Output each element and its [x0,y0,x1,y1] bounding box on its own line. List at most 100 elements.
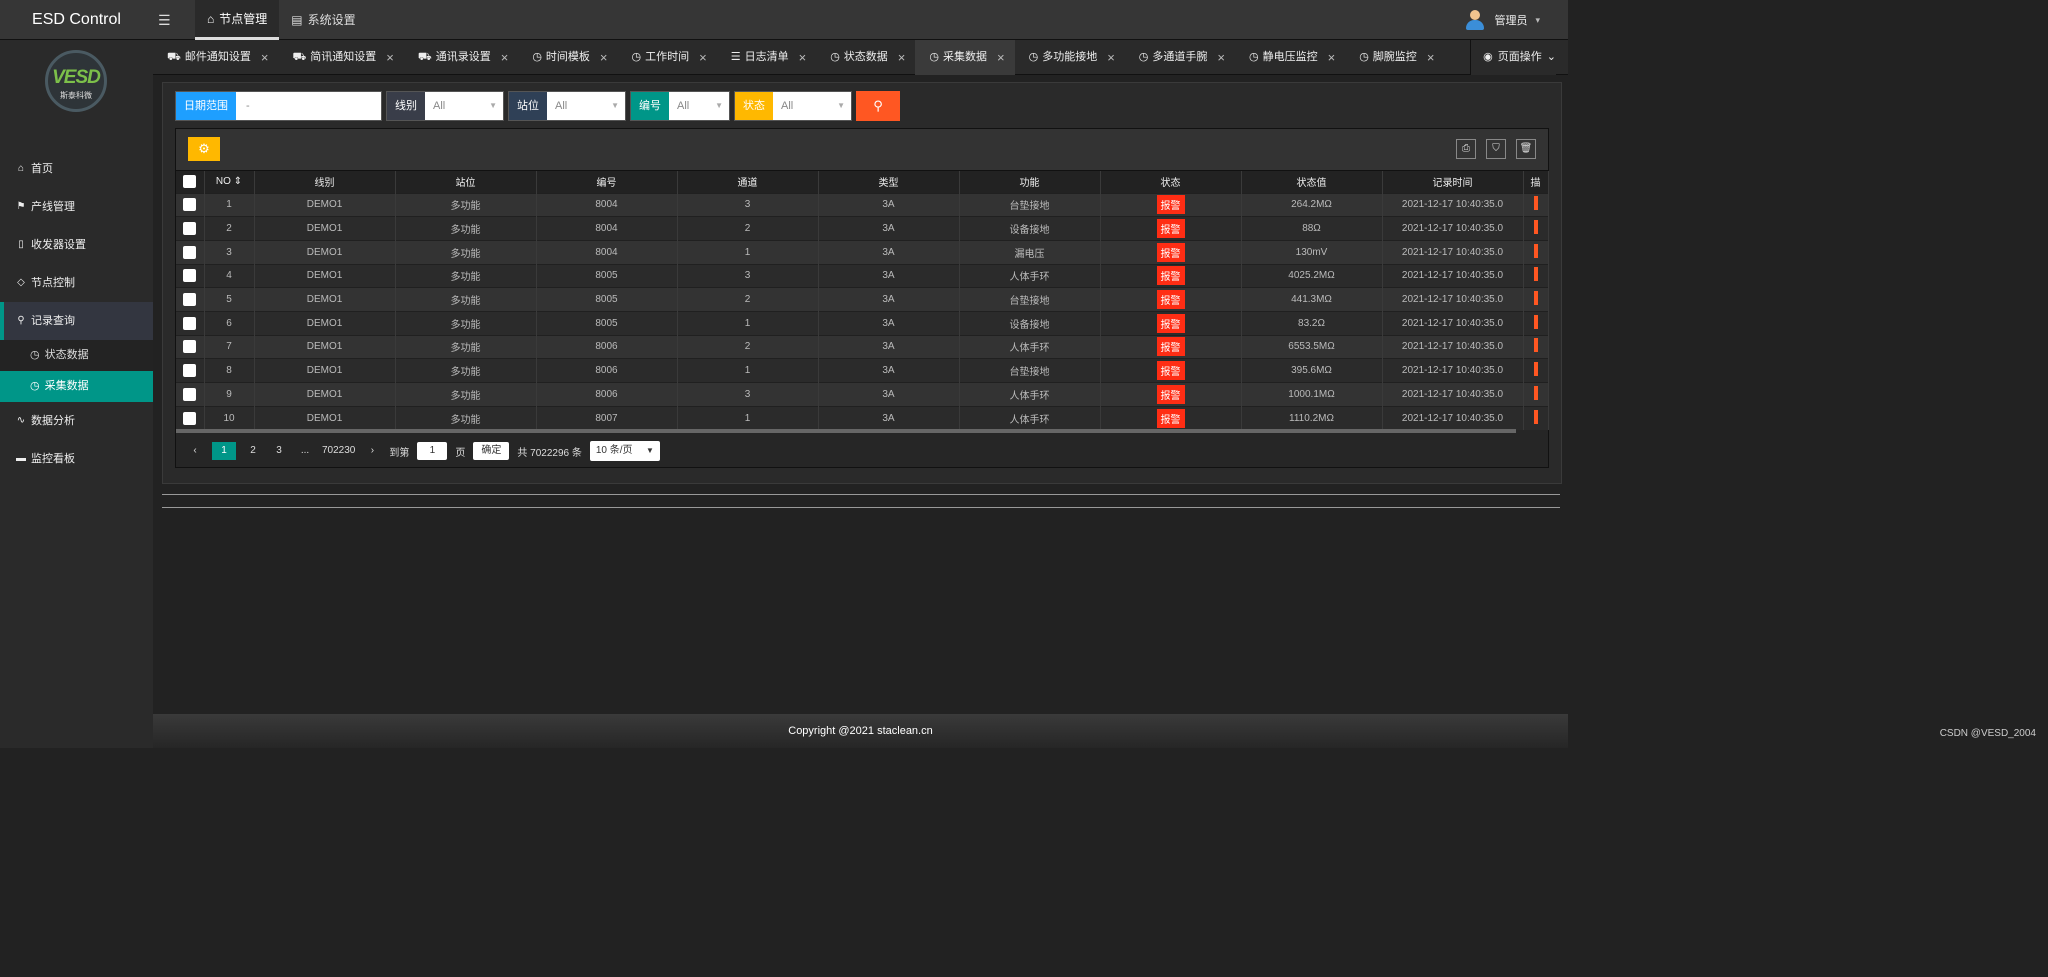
row-checkbox[interactable] [183,316,197,330]
table-row[interactable]: 10 DEMO1 多功能 8007 1 3A 人体手环 报警 1110.2MΩ 2021-12-1… [176,405,1549,430]
row-checkbox[interactable] [183,340,197,354]
tab-multifunction-ground[interactable]: ◷ 多功能接地 × [1015,40,1125,75]
row-checkbox[interactable] [183,269,197,283]
tab-log-list[interactable]: ☰ 日志清单 × [717,40,816,75]
close-icon[interactable]: × [1328,40,1336,75]
avatar [1464,8,1486,32]
table-row[interactable]: 8 DEMO1 多功能 8006 1 3A 台垫接地 报警 395.6MΩ 2021-12-17 … [176,358,1549,383]
shield-icon[interactable]: ⛉ [1486,139,1506,159]
close-icon[interactable]: × [699,40,707,75]
tab-contacts[interactable]: ⛟ 通讯录设置 × [404,40,518,75]
sidebar-item-monitor-board[interactable]: ▬ 监控看板 [0,440,153,478]
row-checkbox[interactable] [183,222,197,236]
row-checkbox[interactable] [183,411,197,425]
user-menu[interactable]: 管理员 ▾ [1464,8,1540,32]
tab-time-template[interactable]: ◷ 时间模板 × [518,40,617,75]
tab-collected-data[interactable]: ◷ 采集数据 × [915,40,1015,75]
close-icon[interactable]: × [997,40,1005,75]
table-row[interactable]: 9 DEMO1 多功能 8006 3 3A 人体手环 报警 1000.1MΩ 2021-12-17… [176,382,1549,407]
sidebar-item-label: 数据分析 [31,415,75,427]
row-checkbox[interactable] [183,364,197,378]
sidebar-item-home[interactable]: ⌂ 首页 [0,150,153,188]
status-select[interactable]: All ▼ [773,92,851,120]
status-badge: 报警 [1156,408,1185,428]
table-row[interactable]: 7 DEMO1 多功能 8006 2 3A 人体手环 报警 6553.5MΩ 2021-12-17… [176,334,1549,359]
topnav-system-settings[interactable]: ▤ 系统设置 [279,0,367,40]
cell-description [1523,334,1549,359]
tab-multichannel-wrist[interactable]: ◷ 多通道手腕 × [1125,40,1235,75]
close-icon[interactable]: × [386,40,394,75]
row-checkbox[interactable] [183,198,197,212]
table-row[interactable]: 5 DEMO1 多功能 8005 2 3A 台垫接地 报警 441.3MΩ 2021-12-17 … [176,287,1549,312]
number-select[interactable]: All ▼ [669,92,729,120]
close-icon[interactable]: × [261,40,269,75]
footer: Copyright @2021 staclean.cn [153,714,1568,748]
per-page-select[interactable]: 10 条/页 ▼ [589,441,660,461]
tab-static-voltage[interactable]: ◷ 静电压监控 × [1235,40,1345,75]
close-icon[interactable]: × [1217,40,1225,75]
close-icon[interactable]: × [1107,40,1115,75]
tab-sms-notify[interactable]: ⛟ 简讯通知设置 × [278,40,403,75]
status-badge: 报警 [1156,290,1185,310]
row-checkbox[interactable] [183,245,197,259]
station-select[interactable]: All ▼ [547,92,625,120]
page-2[interactable]: 2 [244,442,262,460]
topnav-node-management[interactable]: ⌂ 节点管理 [195,0,280,40]
cell-line: DEMO1 [254,263,396,288]
sidebar-item-data-analysis[interactable]: ∿ 数据分析 [0,402,153,440]
table-row[interactable]: 2 DEMO1 多功能 8004 2 3A 设备接地 报警 88Ω 2021-12-17 10:4… [176,216,1549,241]
sidebar-item-node-control[interactable]: ◇ 节点控制 [0,264,153,302]
cell-status-value: 83.2Ω [1241,310,1383,336]
goto-confirm-button[interactable]: 确定 [473,442,510,460]
cell-channel: 3 [677,382,819,407]
table-row[interactable]: 6 DEMO1 多功能 8005 1 3A 设备接地 报警 83.2Ω 2021-12-17 10… [176,310,1549,336]
close-icon[interactable]: × [1427,40,1435,75]
page-tabs: ⛟ 邮件通知设置 × ⛟ 简讯通知设置 × ⛟ 通讯录设置 × ◷ 时间模板 × ◷ 工作时间 × … [153,40,1568,75]
tab-work-time[interactable]: ◷ 工作时间 × [618,40,717,75]
goto-page-input[interactable]: 1 [417,442,448,460]
tab-ankle-monitor[interactable]: ◷ 脚腕监控 × [1345,40,1444,75]
close-icon[interactable]: × [600,40,608,75]
page-3[interactable]: 3 [270,442,288,460]
sidebar-item-record-query[interactable]: ⚲ 记录查询 [0,302,153,340]
sidebar-subitem-collected-data[interactable]: ◷ 采集数据 [0,371,153,402]
table-row[interactable]: 4 DEMO1 多功能 8005 3 3A 人体手环 报警 4025.2MΩ 2021-12-17… [176,263,1549,288]
close-icon[interactable]: × [799,40,807,75]
close-icon[interactable]: × [898,40,906,75]
table-header-row: NO ⇕ 线别 站位 编号 通道 类型 功能 状态 状态值 记录时间 描 [176,171,1549,193]
page-1[interactable]: 1 [212,442,236,460]
table-row[interactable]: 3 DEMO1 多功能 8004 1 3A 漏电压 报警 130mV 2021-12-17 10:… [176,239,1549,265]
line-select[interactable]: All ▼ [425,92,503,120]
sidebar-item-transceiver-settings[interactable]: ▯ 收发器设置 [0,226,153,264]
cell-function: 台垫接地 [959,358,1101,383]
station-filter: 站位 All ▼ [508,91,626,121]
tab-email-notify[interactable]: ⛟ 邮件通知设置 × [153,40,278,75]
col-no[interactable]: NO ⇕ [204,171,255,193]
page-operations-dropdown[interactable]: ◉ 页面操作 ⌄ [1470,40,1556,75]
cell-record-time: 2021-12-17 10:40:35.0 [1382,239,1524,265]
row-checkbox-cell [176,287,205,312]
close-icon[interactable]: × [501,40,509,75]
search-button[interactable]: ⚲ [856,91,900,121]
cell-function: 台垫接地 [959,192,1101,217]
page-last[interactable]: 702230 [322,442,355,460]
date-range-input[interactable]: - [236,92,381,120]
next-page-icon[interactable]: › [363,442,381,460]
row-checkbox[interactable] [183,293,197,307]
cell-no: 2 [204,216,255,241]
sort-icon[interactable]: ⇕ [234,176,242,187]
menu-toggle-icon[interactable]: ☰ [158,12,171,29]
status-badge: 报警 [1156,361,1185,381]
row-checkbox[interactable] [183,387,197,401]
tab-status-data[interactable]: ◷ 状态数据 × [816,40,915,75]
print-icon[interactable]: ⎙ [1456,139,1476,159]
select-all-checkbox[interactable] [183,175,197,189]
settings-button[interactable]: ⚙ [188,137,220,161]
prev-page-icon[interactable]: ‹ [186,442,204,460]
sidebar-subitem-status-data[interactable]: ◷ 状态数据 [0,340,153,371]
horizontal-scrollbar[interactable] [176,429,1516,433]
table-row[interactable]: 1 DEMO1 多功能 8004 3 3A 台垫接地 报警 264.2MΩ 2021-12-17 … [176,192,1549,217]
sidebar-item-label: 监控看板 [31,453,75,465]
trash-icon[interactable]: 🗑 [1516,139,1536,159]
sidebar-item-line-management[interactable]: ⚑ 产线管理 [0,188,153,226]
